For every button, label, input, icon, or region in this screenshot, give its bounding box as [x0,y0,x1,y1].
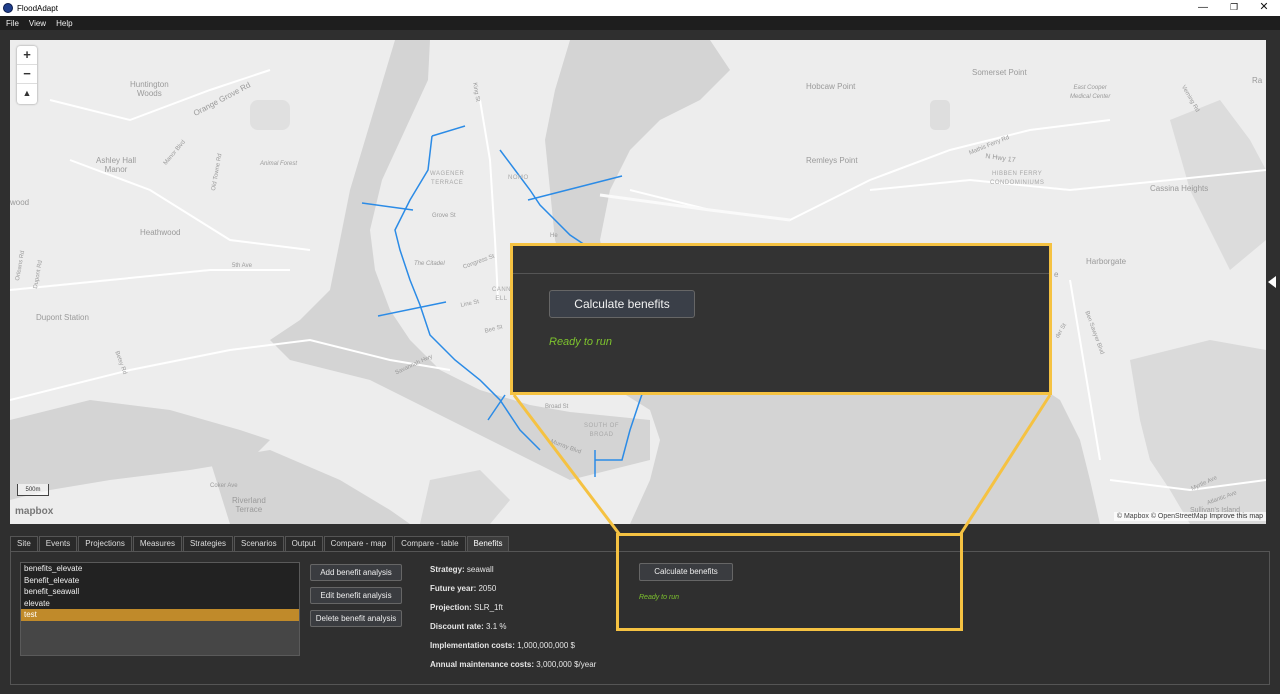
map-label-wagener-terrace: WAGENER TERRACE [430,171,465,186]
tab-benefits[interactable]: Benefits [466,536,510,551]
menu-file[interactable]: File [6,19,19,28]
map-label-ra: Ra [1252,76,1263,85]
tab-site[interactable]: Site [10,536,38,551]
highlight-box [616,533,963,631]
map-label-huntington-woods: Huntington Woods [130,80,169,98]
mapbox-logo[interactable]: mapbox [15,506,53,517]
tab-output[interactable]: Output [284,536,323,551]
menu-bar: File View Help [0,16,1280,30]
attribution-mapbox-link[interactable]: © Mapbox [1117,513,1149,520]
tab-events[interactable]: Events [38,536,78,551]
ravenel-bridge [599,193,791,222]
map-scale-bar: 500m [17,484,49,496]
map-label-east-cooper: East Cooper Medical Center [1070,85,1111,100]
map-label-ashley-hall-manor: Ashley Hall Manor [96,156,137,174]
detail-future-year: Future year: 2050 [430,584,497,593]
detail-implementation-costs: Implementation costs: 1,000,000,000 $ [430,641,575,650]
tab-compare-map[interactable]: Compare - map [323,536,394,551]
tab-compare-table[interactable]: Compare - table [394,536,466,551]
collapse-panel-arrow-icon[interactable] [1268,276,1276,288]
callout-status-text: Ready to run [549,336,612,348]
map-label-the-citadel: The Citadel [414,261,445,267]
tab-scenarios[interactable]: Scenarios [234,536,284,551]
callout-calculate-benefits-button[interactable]: Calculate benefits [549,290,695,318]
map-label-remleys-point: Remleys Point [806,156,858,165]
map-label-wood: wood [10,198,30,207]
map-label-broad-st: Broad St [545,404,569,410]
edit-benefit-analysis-button[interactable]: Edit benefit analysis [310,587,402,604]
restore-button[interactable]: ❐ [1219,0,1249,16]
list-item[interactable]: Benefit_elevate [21,574,299,586]
minimize-button[interactable]: — [1188,0,1218,16]
map-label-coker-ave: Coker Ave [210,483,238,489]
map-label-south-of-broad: SOUTH OF BROAD [584,423,619,438]
map-label-somerset-point: Somerset Point [972,68,1027,77]
callout-header [513,246,1049,274]
attribution-osm-link[interactable]: © OpenStreetMap [1151,513,1208,520]
zoom-out-button[interactable]: − [17,65,37,84]
map-label-hibben-ferry: HIBBEN FERRY CONDOMINIUMS [990,171,1045,186]
map-label-riverland-terrace: Riverland Terrace [232,496,266,514]
map-label-nomo: NOMO [508,175,529,181]
map-label-dupont-station: Dupont Station [36,313,89,322]
benefit-details: Strategy: seawall Future year: 2050 Proj… [430,565,596,679]
list-item[interactable]: benefits_elevate [21,563,299,575]
map-label-cassina-heights: Cassina Heights [1150,184,1209,193]
map-label-animal-forest: Animal Forest [260,161,298,167]
title-bar: FloodAdapt — ❐ ✕ [0,0,1280,16]
list-item-selected[interactable]: test [21,609,299,621]
map-zoom-control: + − ▲ [17,46,37,104]
close-button[interactable]: ✕ [1249,0,1279,16]
detail-discount-rate: Discount rate: 3.1 % [430,622,507,631]
list-item[interactable]: benefit_seawall [21,586,299,598]
zoom-in-button[interactable]: + [17,46,37,65]
map-label-heathwood: Heathwood [140,228,181,237]
tab-measures[interactable]: Measures [132,536,182,551]
tab-projections[interactable]: Projections [78,536,132,551]
add-benefit-analysis-button[interactable]: Add benefit analysis [310,564,402,581]
compass-icon[interactable]: ▲ [17,84,37,103]
tab-strategies[interactable]: Strategies [182,536,233,551]
detail-projection: Projection: SLR_1ft [430,603,503,612]
map-label-grove-st: Grove St [432,213,456,219]
tab-bar: Site Events Projections Measures Strateg… [10,536,510,551]
map-label-5th-ave: 5th Ave [232,263,252,269]
detail-strategy: Strategy: seawall [430,565,494,574]
benefit-analysis-list[interactable]: benefits_elevate Benefit_elevate benefit… [20,562,300,656]
app-logo-icon [3,3,13,13]
map-label-harborgate: Harborgate [1086,257,1127,266]
detail-maintenance-costs: Annual maintenance costs: 3,000,000 $/ye… [430,660,597,669]
window-title: FloodAdapt [17,3,58,13]
zoom-callout: Calculate benefits Ready to run [510,243,1052,395]
list-item[interactable]: elevate [21,597,299,609]
map-label-hobcaw-point: Hobcaw Point [806,82,856,91]
map-label-e: e [1054,270,1059,279]
delete-benefit-analysis-button[interactable]: Delete benefit analysis [310,610,402,627]
menu-view[interactable]: View [29,19,46,28]
menu-help[interactable]: Help [56,19,72,28]
map-attribution: © Mapbox © OpenStreetMap Improve this ma… [1113,512,1266,521]
improve-map-link[interactable]: Improve this map [1209,513,1263,520]
map-label-cannon-elliot: CANN ELL [492,287,512,302]
map-label-he: He [550,233,558,239]
